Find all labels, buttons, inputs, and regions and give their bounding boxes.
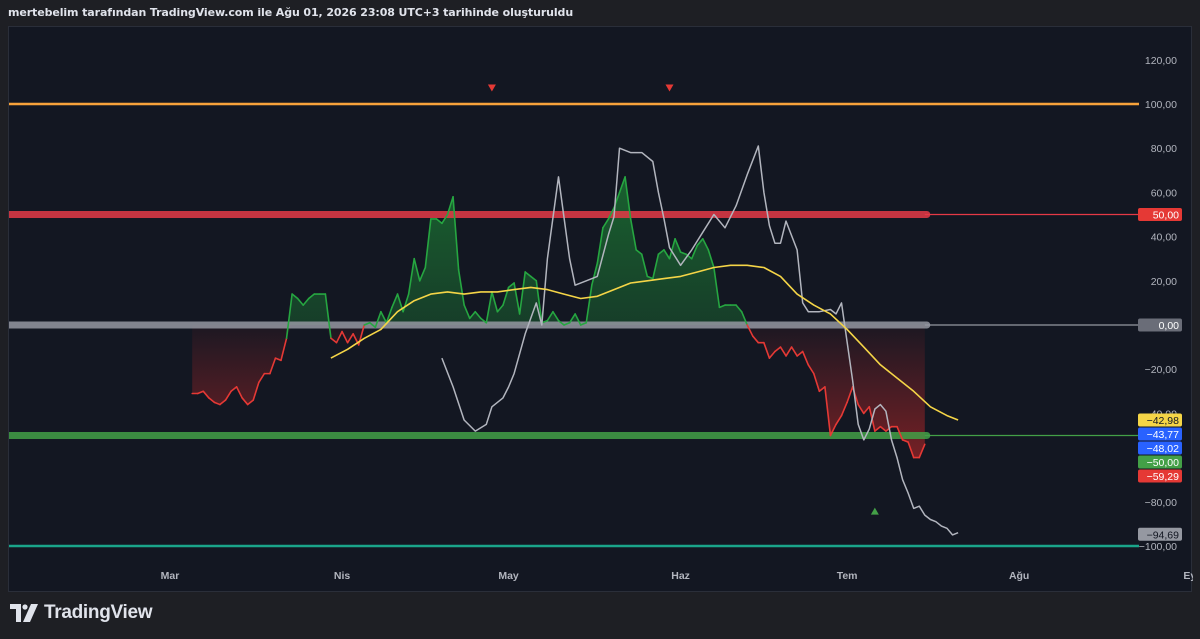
x-tick-label: May [498, 570, 519, 582]
y-tick-label: 40,00 [1151, 232, 1177, 244]
price-tag-label: −48,02 [1147, 443, 1180, 455]
price-tag-label: −43,77 [1147, 429, 1180, 441]
y-tick-label: 80,00 [1151, 143, 1177, 155]
y-tick-label: 60,00 [1151, 187, 1177, 199]
x-tick-label: Haz [671, 570, 690, 582]
y-tick-label: 20,00 [1151, 276, 1177, 288]
price-tag-label: −42,98 [1147, 415, 1180, 427]
y-tick-label: −20,00 [1145, 364, 1178, 376]
oscillator-area-positive [192, 176, 925, 325]
x-tick-label: Nis [334, 570, 351, 582]
price-tag-label: 50,00 [1153, 210, 1179, 222]
sell-signal-marker [665, 84, 674, 92]
tradingview-logo[interactable]: TradingView [10, 600, 153, 626]
y-tick-label: 100,00 [1145, 99, 1177, 111]
x-tick-label: Tem [837, 570, 858, 582]
price-tag-label: −59,29 [1147, 471, 1180, 483]
chart-panel[interactable]: 120,00 100,00 80,00 60,00 40,00 20,00 −20,00 −4… [8, 26, 1193, 593]
y-tick-label: −100,00 [1139, 541, 1177, 553]
price-tag-label: −50,00 [1147, 457, 1180, 469]
price-tag-label: 0,00 [1159, 320, 1180, 332]
buy-signal-marker [870, 507, 879, 515]
chart-caption: mertebelim tarafından TradingView.com il… [8, 6, 574, 19]
y-tick-label: 120,00 [1145, 55, 1177, 67]
oscillator-chart[interactable]: 120,00 100,00 80,00 60,00 40,00 20,00 −20,00 −4… [9, 27, 1193, 593]
tradingview-brand: TradingView [44, 602, 153, 623]
x-tick-label: Ağu [1009, 570, 1029, 582]
x-tick-label: Mar [161, 570, 180, 582]
x-tick-label: Eyl [1183, 570, 1193, 582]
y-tick-label: −80,00 [1145, 497, 1178, 509]
sell-signal-marker [487, 84, 496, 92]
tradingview-logo-icon [10, 604, 38, 622]
price-tag-label: −94,69 [1147, 529, 1180, 541]
